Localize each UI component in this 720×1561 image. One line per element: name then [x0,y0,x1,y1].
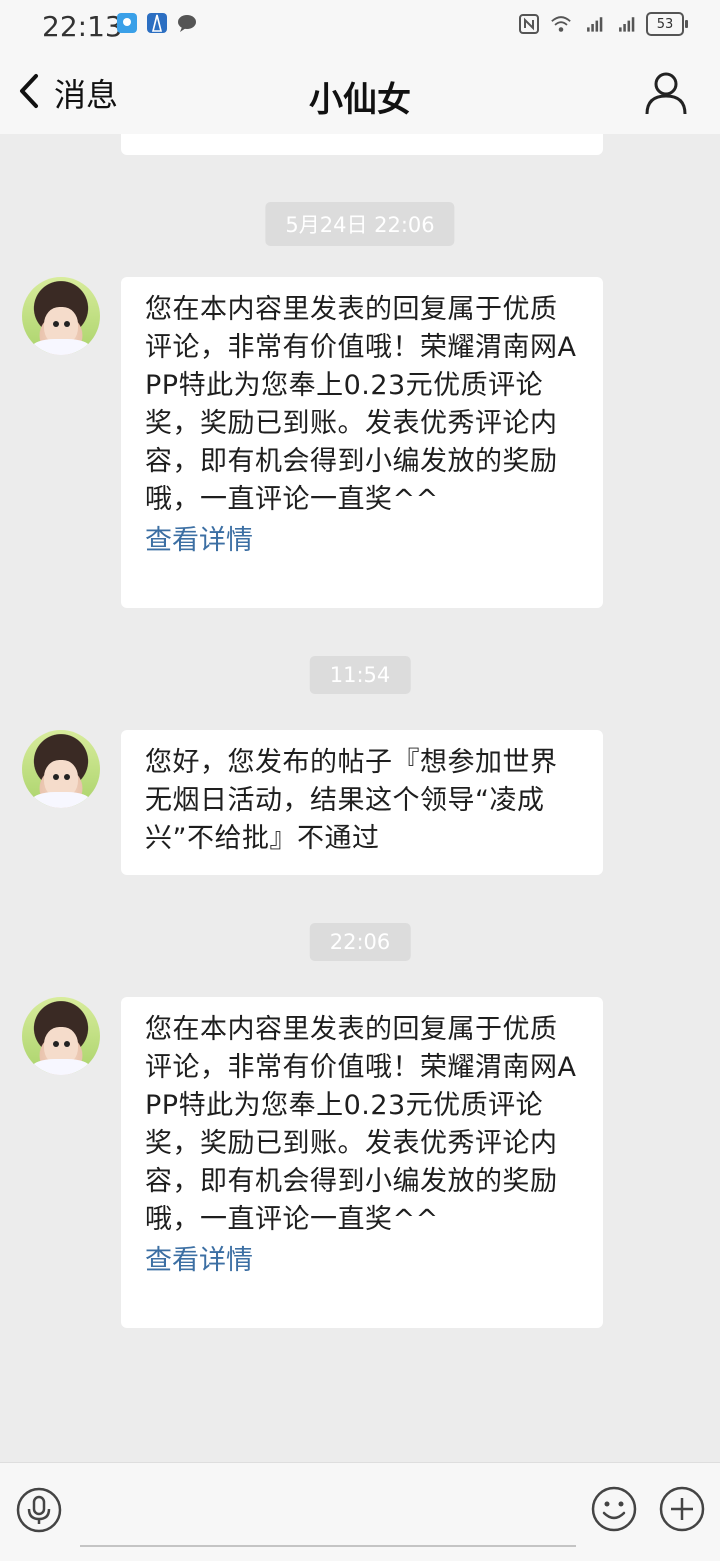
status-bar: 22:13 53 [0,0,720,52]
message-timestamp: 11:54 [309,656,411,694]
message-bubble[interactable]: 您在本内容里发表的回复属于优质评论，非常有价值哦！荣耀渭南网APP特此为您奉上0… [121,997,603,1328]
avatar-collar [32,1059,90,1075]
status-notification-icons [116,12,198,34]
message-timestamp: 22:06 [309,923,411,961]
plus-icon [659,1486,705,1532]
page-title: 小仙女 [309,80,411,120]
message-input[interactable] [80,1481,576,1547]
partial-link-fragment [151,134,261,145]
battery-icon: 53 [646,12,688,36]
message-text: 您在本内容里发表的回复属于优质评论，非常有价值哦！荣耀渭南网APP特此为您奉上0… [145,294,577,515]
chat-bubble-icon [176,12,198,34]
nfc-icon [518,13,540,35]
avatar-eye [64,774,70,780]
wifi-icon [550,13,572,35]
more-button[interactable] [658,1485,706,1533]
avatar-eye [53,321,59,327]
avatar-eye [64,321,70,327]
tower-app-icon [146,12,168,34]
avatar[interactable] [22,997,100,1075]
message-bubble[interactable]: 您好，您发布的帖子『想参加世界无烟日活动，结果这个领导“凌成兴”不给批』不通过 [121,730,603,875]
location-app-icon [116,12,138,34]
status-time: 22:13 [42,10,123,43]
avatar-eye [53,774,59,780]
message-bubble[interactable]: 您在本内容里发表的回复属于优质评论，非常有价值哦！荣耀渭南网APP特此为您奉上0… [121,277,603,608]
message-timestamp: 5月24日 22:06 [265,202,455,246]
partial-message-bubble [121,134,603,155]
microphone-icon [16,1487,62,1533]
avatar-eye [64,1041,70,1047]
voice-button[interactable] [16,1487,62,1533]
message-text: 您在本内容里发表的回复属于优质评论，非常有价值哦！荣耀渭南网APP特此为您奉上0… [145,1014,577,1235]
person-icon [645,72,687,115]
signal-4g-icon-1 [582,13,604,35]
avatar-eye [53,1041,59,1047]
chat-area[interactable]: 5月24日 22:06 您在本内容里发表的回复属于优质评论，非常有价值哦！荣耀渭… [0,134,720,1462]
smiley-icon [591,1486,637,1532]
avatar-collar [32,792,90,808]
view-details-link[interactable]: 查看详情 [145,521,579,561]
avatar-collar [32,339,90,355]
message-text: 您好，您发布的帖子『想参加世界无烟日活动，结果这个领导“凌成兴”不给批』不通过 [145,747,558,854]
emoji-button[interactable] [590,1485,638,1533]
signal-4g-icon-2 [614,13,636,35]
profile-button[interactable] [642,68,690,116]
navbar: 消息 小仙女 [0,52,720,134]
avatar[interactable] [22,730,100,808]
status-system-icons: 53 [518,12,688,36]
input-bar [0,1462,720,1561]
view-details-link[interactable]: 查看详情 [145,1241,579,1281]
avatar[interactable] [22,277,100,355]
battery-level: 53 [656,16,674,32]
